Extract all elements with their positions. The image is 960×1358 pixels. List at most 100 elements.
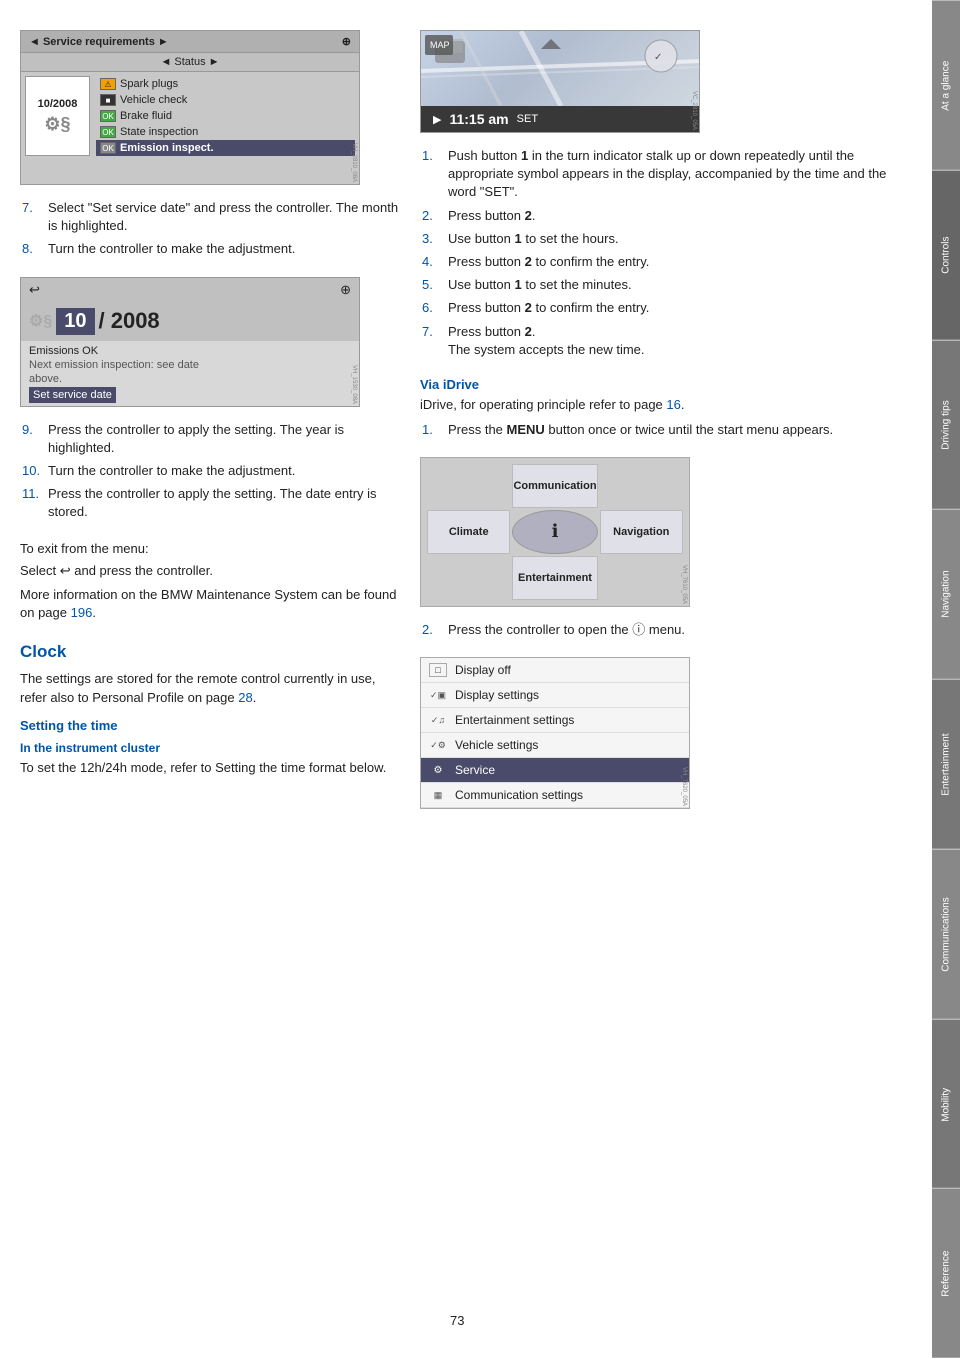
side-tabs: At a glance Controls Driving tips Naviga… [932, 0, 960, 1358]
tab-driving-tips[interactable]: Driving tips [932, 340, 960, 510]
step-text: Press button 2.The system accepts the ne… [448, 323, 912, 359]
service-menu-screen: □ Display off ✓▣ Display settings ✓♫ Ent… [420, 657, 690, 809]
step-r1: 1. Push button 1 in the turn indicator s… [422, 147, 912, 202]
item-label: State inspection [120, 126, 198, 138]
step-7: 7. Select "Set service date" and press t… [22, 199, 400, 235]
menu-label: Display off [455, 663, 511, 677]
car-symbol: ⚙§ [44, 114, 70, 135]
step-number: 8. [22, 240, 42, 258]
exit-text: To exit from the menu: [20, 540, 400, 558]
step-number: 3. [422, 230, 442, 248]
info-line3: above. [29, 373, 351, 385]
idrive-menu-grid: Communication Climate ℹ Navigation Enter… [427, 464, 683, 600]
tab-mobility[interactable]: Mobility [932, 1019, 960, 1189]
step-number: 4. [422, 253, 442, 271]
clock-page-link[interactable]: 28 [238, 690, 252, 705]
grid-empty [427, 556, 510, 600]
step-text: Press the controller to apply the settin… [48, 421, 400, 457]
step-number: 6. [422, 299, 442, 317]
step-number: 10. [22, 462, 42, 480]
car-icon: ⚙§ [29, 311, 52, 331]
tab-navigation[interactable]: Navigation [932, 509, 960, 679]
year-text: / 2008 [99, 308, 160, 334]
more-info: More information on the BMW Maintenance … [20, 586, 400, 622]
date-box: 10/2008 ⚙§ [25, 76, 90, 156]
menu-icon: ✓⚙ [429, 738, 447, 752]
tab-at-a-glance[interactable]: At a glance [932, 0, 960, 170]
step-number: 11. [22, 485, 42, 521]
idrive-intro-link[interactable]: 16 [666, 397, 680, 412]
settings-icon: ⊕ [342, 35, 351, 48]
tab-communications[interactable]: Communications [932, 849, 960, 1019]
items-list: ⚠ Spark plugs ■ Vehicle check OK Brake f… [96, 76, 355, 156]
dark-icon: ■ [100, 94, 116, 106]
step-text: Use button 1 to set the minutes. [448, 276, 912, 294]
menu-item-entertainment-settings: ✓♫ Entertainment settings [421, 708, 689, 733]
idrive-intro-text: iDrive, for operating principle refer to… [420, 397, 666, 412]
menu-icon: □ [429, 663, 447, 677]
step-text: Use button 1 to set the hours. [448, 230, 912, 248]
step-text: Press the controller to open the ⓘ menu. [448, 621, 912, 639]
svg-text:✓: ✓ [654, 52, 662, 63]
step-r3: 3. Use button 1 to set the hours. [422, 230, 912, 248]
step-r5: 5. Use button 1 to set the minutes. [422, 276, 912, 294]
more-info-link[interactable]: 196 [71, 605, 93, 620]
step-number: 5. [422, 276, 442, 294]
screen-watermark: VH_7620_05A [681, 767, 687, 806]
menu-label: Display settings [455, 688, 539, 702]
info-area: Emissions OK Next emission inspection: s… [21, 341, 359, 407]
clock-time-screen: MAP ✓ ▶ 11:15 am SET VC_2910_05A [420, 30, 700, 133]
menu-item-communication-settings: ▦ Communication settings [421, 783, 689, 808]
menu-label: Communication settings [455, 788, 583, 802]
menu-label: Service [455, 763, 495, 777]
step-text: Press button 2 to confirm the entry. [448, 253, 912, 271]
step-r2: 2. Press button 2. [422, 207, 912, 225]
step-text: Turn the controller to make the adjustme… [48, 462, 400, 480]
clock-body-end: . [253, 690, 257, 705]
grid-empty [600, 464, 683, 508]
via-idrive-step2: 2. Press the controller to open the ⓘ me… [420, 621, 912, 639]
menu-icon: ✓▣ [429, 688, 447, 702]
grid-empty [600, 556, 683, 600]
clock-section-title: Clock [20, 642, 400, 662]
main-content: ◄ Service requirements ► ⊕ ◄ Status ► 10… [0, 0, 932, 863]
menu-icon: ▦ [429, 788, 447, 802]
page-number: 73 [450, 1303, 464, 1338]
map-svg: MAP ✓ [421, 31, 699, 106]
set-label: SET [517, 113, 538, 125]
warn-icon: ⚠ [100, 78, 116, 90]
via-idrive-title: Via iDrive [420, 377, 912, 392]
date-edit-screen: ↩ ⊕ ⚙§ 10 / 2008 Emissions OK Next emiss… [20, 277, 360, 407]
screen-watermark: VH_1530_08A [351, 365, 357, 404]
header-text: ◄ Service requirements ► [29, 36, 169, 48]
tab-reference[interactable]: Reference [932, 1188, 960, 1358]
step-number: 2. [422, 621, 442, 639]
step-text: Select "Set service date" and press the … [48, 199, 400, 235]
ok-icon: OK [100, 110, 116, 122]
tab-entertainment[interactable]: Entertainment [932, 679, 960, 849]
item-label: Brake fluid [120, 110, 172, 122]
menu-item-vehicle-settings: ✓⚙ Vehicle settings [421, 733, 689, 758]
tab-controls[interactable]: Controls [932, 170, 960, 340]
month-box: 10 [56, 308, 94, 335]
menu-label: Entertainment settings [455, 713, 574, 727]
step-r7: 7. Press button 2.The system accepts the… [422, 323, 912, 359]
via-idrive-step1: 1. Press the MENU button once or twice u… [420, 421, 912, 439]
item-label: Vehicle check [120, 94, 187, 106]
info-line1: Emissions OK [29, 345, 351, 357]
step-text: Turn the controller to make the adjustme… [48, 240, 400, 258]
ok-icon: OK [100, 142, 116, 154]
step-text: Press button 2 to confirm the entry. [448, 299, 912, 317]
time-display: 11:15 am [449, 111, 508, 127]
step-text: Push button 1 in the turn indicator stal… [448, 147, 912, 202]
in-cluster-title: In the instrument cluster [20, 741, 400, 755]
back-icon: ↩ [29, 282, 40, 298]
screen-watermark: VH_2810_08A [351, 143, 357, 182]
screen-header-bar: ◄ Service requirements ► ⊕ [21, 31, 359, 53]
right-column: MAP ✓ ▶ 11:15 am SET VC_2910_05A 1. Push [420, 30, 912, 823]
step-number: 2. [422, 207, 442, 225]
right-steps-1-7: 1. Push button 1 in the turn indicator s… [420, 147, 912, 359]
list-item-selected: OK Emission inspect. [96, 140, 355, 156]
list-item: ⚠ Spark plugs [96, 76, 355, 92]
step-number: 9. [22, 421, 42, 457]
